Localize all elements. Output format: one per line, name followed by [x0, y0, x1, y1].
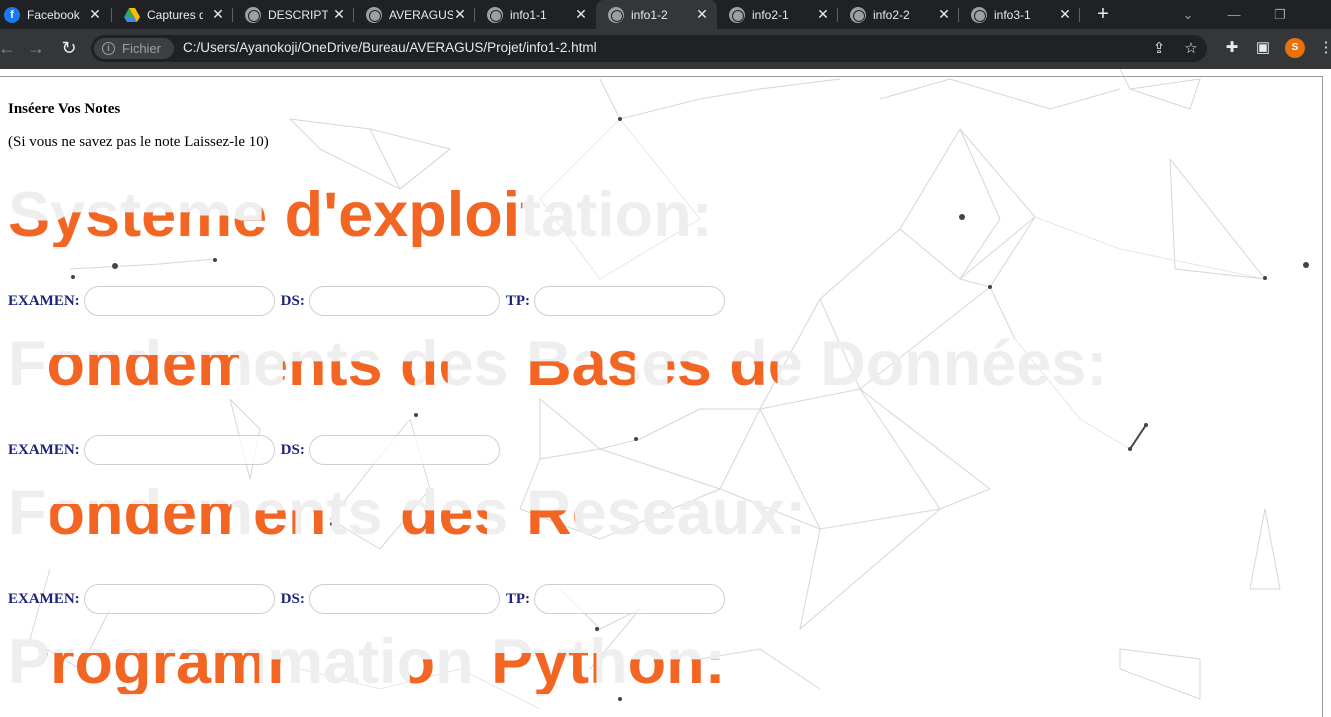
globe-icon [608, 6, 624, 23]
field-label: DS: [280, 441, 305, 458]
examen-input[interactable] [83, 584, 275, 614]
close-icon[interactable]: ✕ [453, 7, 467, 21]
tab-title: DESCRIPTI [268, 7, 328, 22]
forward-arrow-icon[interactable]: → [25, 37, 47, 59]
tab-info1-1[interactable]: info1-1 ✕ [475, 0, 596, 29]
ds-input[interactable] [308, 584, 500, 614]
tab-strip: f Facebook ✕ Captures d ✕ DESCRIPTI ✕ AV… [0, 0, 1331, 29]
field-label: EXAMEN: [8, 441, 80, 458]
tp-input[interactable] [534, 286, 726, 316]
google-drive-icon [124, 7, 140, 23]
globe-icon [850, 6, 866, 23]
tab-description[interactable]: DESCRIPTI ✕ [233, 0, 354, 29]
tp-input[interactable] [534, 584, 726, 614]
share-icon[interactable]: ⇪ [1149, 39, 1169, 59]
tab-title: info1-1 [510, 7, 547, 22]
ds-input[interactable] [308, 435, 500, 465]
restore-icon[interactable]: ❐ [1257, 0, 1303, 29]
globe-icon [971, 6, 987, 23]
close-icon[interactable]: ✕ [816, 7, 830, 21]
tab-separator [1079, 8, 1080, 22]
field-label: DS: [280, 590, 305, 607]
tab-title: AVERAGUS [389, 7, 453, 22]
page-viewport: Inséere Vos Notes (Si vous ne savez pas … [0, 69, 1331, 717]
tab-title: info1-2 [631, 7, 668, 22]
tab-info1-2[interactable]: info1-2 ✕ [596, 0, 717, 29]
address-bar[interactable]: i Fichier C:/Users/Ayanokoji/OneDrive/Bu… [91, 35, 1207, 62]
close-icon[interactable]: ✕ [332, 7, 346, 21]
new-tab-button[interactable]: + [1092, 3, 1114, 25]
tab-info2-2[interactable]: info2-2 ✕ [838, 0, 959, 29]
side-panel-icon[interactable]: ▣ [1253, 38, 1273, 58]
examen-input[interactable] [83, 435, 275, 465]
close-icon[interactable]: ✕ [211, 7, 225, 21]
tab-info2-1[interactable]: info2-1 ✕ [717, 0, 838, 29]
grade-row: EXAMEN: DS: TP: [8, 584, 731, 614]
profile-avatar[interactable]: S [1285, 38, 1305, 58]
field-label: EXAMEN: [8, 292, 80, 309]
more-menu-icon[interactable]: ⋮ [1316, 38, 1331, 58]
tab-averagus[interactable]: AVERAGUS ✕ [354, 0, 475, 29]
facebook-icon: f [4, 6, 20, 23]
page-heading: Inséere Vos Notes [8, 101, 121, 117]
field-label: TP: [505, 292, 531, 309]
browser-toolbar: ← → ↻ i Fichier C:/Users/Ayanokoji/OneDr… [0, 29, 1331, 69]
globe-icon [366, 6, 382, 23]
url-text[interactable]: C:/Users/Ayanokoji/OneDrive/Bureau/AVERA… [183, 40, 597, 55]
extensions-puzzle-icon[interactable]: ✚ [1222, 38, 1242, 58]
tab-title: info2-1 [752, 7, 789, 22]
grade-row: EXAMEN: DS: [8, 435, 506, 465]
reload-icon[interactable]: ↻ [58, 37, 80, 59]
site-chip-label: Fichier [122, 41, 162, 56]
field-label: EXAMEN: [8, 590, 80, 607]
globe-icon [487, 6, 503, 23]
field-label: DS: [280, 292, 305, 309]
field-label: TP: [505, 590, 531, 607]
tab-info3-1[interactable]: info3-1 ✕ [959, 0, 1080, 29]
close-icon[interactable]: ✕ [574, 7, 588, 21]
back-arrow-icon[interactable]: ← [0, 37, 18, 59]
close-icon[interactable]: ✕ [695, 7, 709, 21]
close-icon[interactable]: ✕ [88, 7, 102, 21]
tab-search-chevron-icon[interactable]: ⌄ [1165, 0, 1211, 29]
tab-captures[interactable]: Captures d ✕ [112, 0, 233, 29]
tab-title: Captures d [147, 7, 203, 22]
page-hint: (Si vous ne savez pas le note Laissez-le… [8, 134, 269, 150]
minimize-icon[interactable]: — [1211, 0, 1257, 29]
notes-form: Inséere Vos Notes (Si vous ne savez pas … [0, 69, 1331, 717]
info-icon: i [102, 42, 115, 55]
tab-title: info2-2 [873, 7, 910, 22]
close-icon[interactable]: ✕ [937, 7, 951, 21]
bookmark-star-icon[interactable]: ☆ [1181, 39, 1201, 59]
tab-title: info3-1 [994, 7, 1031, 22]
close-icon[interactable]: ✕ [1058, 7, 1072, 21]
grade-row: EXAMEN: DS: TP: [8, 286, 731, 316]
globe-icon [245, 6, 261, 23]
ds-input[interactable] [308, 286, 500, 316]
globe-icon [729, 6, 745, 23]
examen-input[interactable] [83, 286, 275, 316]
tab-title: Facebook [27, 7, 80, 22]
tab-facebook[interactable]: f Facebook ✕ [0, 0, 112, 29]
site-info-chip[interactable]: i Fichier [94, 38, 174, 59]
